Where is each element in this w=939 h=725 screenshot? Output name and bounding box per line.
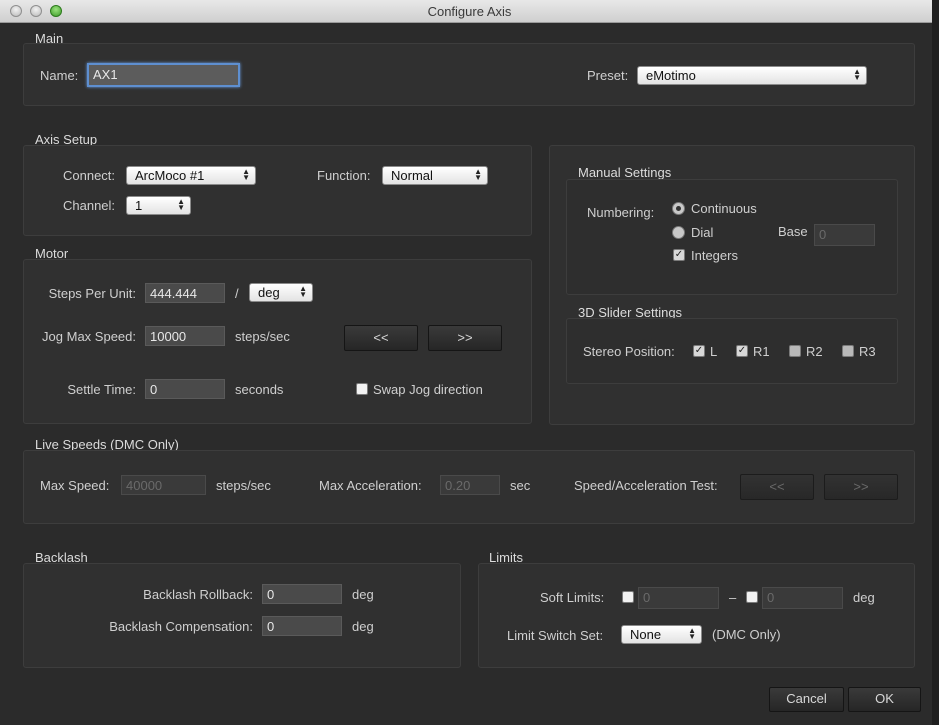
backlash-group <box>23 563 461 668</box>
slash-separator: / <box>235 286 239 301</box>
channel-value: 1 <box>135 198 143 213</box>
function-select[interactable]: Normal ▲ ▼ <box>382 166 488 185</box>
backlash-compensation-label: Backlash Compensation: <box>109 619 253 634</box>
stereo-r3-label: R3 <box>859 344 876 359</box>
updown-arrows-icon: ▲ ▼ <box>853 67 861 82</box>
backlash-rollback-unit: deg <box>352 587 374 602</box>
section-manual-settings-title: Manual Settings <box>578 165 672 180</box>
test-forward-button[interactable]: >> <box>824 474 898 500</box>
soft-limits-label: Soft Limits: <box>540 590 605 605</box>
dial-label: Dial <box>691 225 714 240</box>
name-input[interactable]: AX1 <box>87 63 240 87</box>
updown-arrows-icon: ▲ ▼ <box>474 167 482 182</box>
backlash-rollback-input[interactable]: 0 <box>262 584 342 604</box>
backlash-compensation-unit: deg <box>352 619 374 634</box>
swap-jog-checkbox[interactable] <box>356 383 368 395</box>
connect-label: Connect: <box>63 168 116 183</box>
stereo-l-label: L <box>710 344 718 359</box>
connect-select[interactable]: ArcMoco #1 ▲ ▼ <box>126 166 256 185</box>
max-speed-label: Max Speed: <box>40 478 110 493</box>
limit-switch-value: None <box>630 627 662 642</box>
max-acceleration-input[interactable]: 0.20 <box>440 475 500 495</box>
jog-max-speed-label: Jog Max Speed: <box>42 329 136 344</box>
max-speed-unit: steps/sec <box>216 478 271 493</box>
jog-max-speed-input[interactable]: 10000 <box>145 326 225 346</box>
limit-switch-set-label: Limit Switch Set: <box>507 628 604 643</box>
soft-limit-dash: – <box>729 590 737 605</box>
updown-arrows-icon: ▲ ▼ <box>688 626 696 641</box>
jog-forward-button[interactable]: >> <box>428 325 502 351</box>
name-label: Name: <box>40 68 79 83</box>
swap-jog-label: Swap Jog direction <box>373 382 483 397</box>
unit-select[interactable]: deg ▲ ▼ <box>249 283 313 302</box>
soft-limit-min-input[interactable]: 0 <box>638 587 719 609</box>
integers-checkbox[interactable]: ✓ <box>673 249 685 261</box>
channel-label: Channel: <box>63 198 116 213</box>
limit-switch-note: (DMC Only) <box>712 627 781 642</box>
integers-label: Integers <box>691 248 738 263</box>
channel-select[interactable]: 1 ▲ ▼ <box>126 196 191 215</box>
function-value: Normal <box>391 168 433 183</box>
soft-limit-max-input[interactable]: 0 <box>762 587 843 609</box>
function-label: Function: <box>317 168 371 183</box>
continuous-label: Continuous <box>691 201 757 216</box>
unit-value: deg <box>258 285 280 300</box>
soft-limit-min-checkbox[interactable] <box>622 591 634 603</box>
backlash-compensation-input[interactable]: 0 <box>262 616 342 636</box>
window-title: Configure Axis <box>427 4 512 19</box>
settle-time-label: Settle Time: <box>67 382 136 397</box>
ok-button[interactable]: OK <box>848 687 921 712</box>
stereo-position-label: Stereo Position: <box>583 344 675 359</box>
updown-arrows-icon: ▲ ▼ <box>242 167 250 182</box>
stereo-r3-checkbox[interactable] <box>842 345 854 357</box>
preset-value: eMotimo <box>646 68 696 83</box>
soft-limit-max-checkbox[interactable] <box>746 591 758 603</box>
updown-arrows-icon: ▲ ▼ <box>177 197 185 212</box>
stereo-r2-label: R2 <box>806 344 823 359</box>
axis-setup-group <box>23 145 532 236</box>
base-label: Base <box>778 224 808 239</box>
speed-accel-test-label: Speed/Acceleration Test: <box>574 478 718 493</box>
test-back-button[interactable]: << <box>740 474 814 500</box>
numbering-label: Numbering: <box>587 205 655 220</box>
limit-switch-select[interactable]: None ▲ ▼ <box>621 625 702 644</box>
cancel-button[interactable]: Cancel <box>769 687 844 712</box>
max-acceleration-label: Max Acceleration: <box>319 478 422 493</box>
stereo-l-checkbox[interactable]: ✓ <box>693 345 705 357</box>
settle-time-input[interactable]: 0 <box>145 379 225 399</box>
updown-arrows-icon: ▲ ▼ <box>299 284 307 299</box>
settle-unit-label: seconds <box>235 382 284 397</box>
max-acceleration-unit: sec <box>510 478 531 493</box>
steps-per-unit-input[interactable]: 444.444 <box>145 283 225 303</box>
soft-limit-unit: deg <box>853 590 875 605</box>
jog-unit-label: steps/sec <box>235 329 290 344</box>
stereo-r1-checkbox[interactable]: ✓ <box>736 345 748 357</box>
jog-back-button[interactable]: << <box>344 325 418 351</box>
max-speed-input[interactable]: 40000 <box>121 475 206 495</box>
base-input[interactable]: 0 <box>814 224 875 246</box>
continuous-radio[interactable] <box>672 202 685 215</box>
steps-per-unit-label: Steps Per Unit: <box>48 286 136 301</box>
connect-value: ArcMoco #1 <box>135 168 205 183</box>
backlash-rollback-label: Backlash Rollback: <box>143 587 253 602</box>
preset-label: Preset: <box>587 68 629 83</box>
window-edge <box>932 0 939 725</box>
stereo-r1-label: R1 <box>753 344 770 359</box>
limits-group <box>478 563 915 668</box>
stereo-r2-checkbox[interactable] <box>789 345 801 357</box>
dial-radio[interactable] <box>672 226 685 239</box>
preset-select[interactable]: eMotimo ▲ ▼ <box>637 66 867 85</box>
